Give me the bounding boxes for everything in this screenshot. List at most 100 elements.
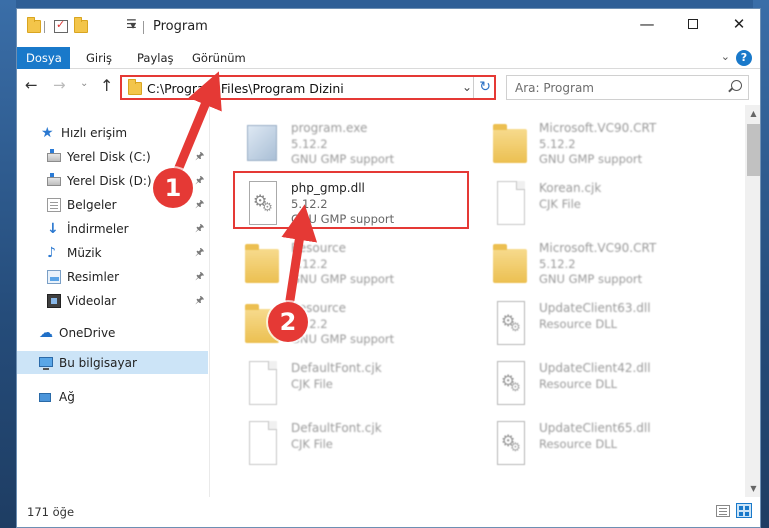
pictures-icon xyxy=(47,270,61,284)
file-description: GNU GMP support xyxy=(291,152,395,166)
desktop-background xyxy=(0,0,16,528)
tab-share[interactable]: Paylaş xyxy=(128,47,183,69)
file-version: Resource DLL xyxy=(539,317,618,331)
pin-icon[interactable]: 🖈 xyxy=(195,194,204,216)
explorer-window: ☰ ▾ Program — ✕ Dosya Giriş Paylaş Görün… xyxy=(16,8,761,528)
title-separator xyxy=(143,21,144,34)
file-name: Resource xyxy=(291,241,347,255)
pin-icon[interactable]: 🖈 xyxy=(195,290,204,312)
music-icon: ♪ xyxy=(47,245,56,261)
disk-icon xyxy=(47,173,61,186)
file-item[interactable]: UpdateClient63.dll Resource DLL xyxy=(489,295,729,351)
pin-icon[interactable]: 🖈 xyxy=(195,266,204,288)
file-version: CJK File xyxy=(291,437,333,451)
sidebar-item-label: Bu bilgisayar xyxy=(59,356,137,370)
address-path[interactable]: C:\Program Files\Program Dizini xyxy=(147,81,344,96)
file-item[interactable]: Microsoft.VC90.CRT 5.12.2 GNU GMP suppor… xyxy=(489,235,729,291)
file-version: 5.12.2 xyxy=(291,137,328,151)
refresh-button[interactable]: ↻ xyxy=(479,79,491,95)
tiles-view-icon[interactable] xyxy=(736,503,752,518)
scroll-thumb[interactable] xyxy=(747,124,760,176)
address-separator xyxy=(473,77,474,98)
file-item[interactable]: UpdateClient42.dll Resource DLL xyxy=(489,355,729,411)
pin-icon[interactable]: 🖈 xyxy=(195,170,204,192)
scroll-up-icon[interactable]: ▲ xyxy=(745,105,760,122)
sidebar-item-label: Belgeler xyxy=(67,198,117,212)
file-version: 5.12.2 xyxy=(291,257,328,271)
address-dropdown-icon[interactable]: ⌄ xyxy=(462,80,472,94)
file-version: 5.12.2 xyxy=(539,257,576,271)
highlight-box xyxy=(233,171,469,229)
scroll-down-icon[interactable]: ▼ xyxy=(745,480,760,497)
tab-home[interactable]: Giriş xyxy=(77,47,121,69)
file-version: CJK File xyxy=(539,197,581,211)
back-button[interactable]: ← xyxy=(25,76,38,94)
new-folder-icon[interactable] xyxy=(74,17,88,33)
file-description: GNU GMP support xyxy=(291,332,395,346)
address-bar[interactable]: C:\Program Files\Program Dizini ⌄ ↻ xyxy=(120,75,496,100)
file-name: UpdateClient65.dll xyxy=(539,421,651,435)
vertical-scrollbar[interactable]: ▲ ▼ xyxy=(745,105,760,497)
file-item[interactable]: DefaultFont.cjk CJK File xyxy=(241,355,481,411)
file-name: DefaultFont.cjk xyxy=(291,361,382,375)
file-item[interactable]: UpdateClient65.dll Resource DLL xyxy=(489,415,729,471)
file-version: 5.12.2 xyxy=(539,137,576,151)
sidebar-item-label: Resimler xyxy=(67,270,120,284)
window-title: Program xyxy=(153,19,208,34)
file-version: Resource DLL xyxy=(539,377,618,391)
sidebar-item-label: İndirmeler xyxy=(67,222,129,236)
tab-file[interactable]: Dosya xyxy=(17,47,70,69)
folder-icon xyxy=(27,17,41,33)
file-item[interactable]: Microsoft.VC90.CRT 5.12.2 GNU GMP suppor… xyxy=(489,115,729,171)
document-icon xyxy=(249,421,277,465)
document-icon xyxy=(249,361,277,405)
document-icon xyxy=(497,181,525,225)
item-count: 171 öğe xyxy=(27,505,75,519)
minimize-button[interactable]: — xyxy=(624,9,670,39)
file-name: Microsoft.VC90.CRT xyxy=(539,121,657,135)
folder-icon xyxy=(128,79,142,95)
ribbon-expand-icon[interactable]: ⌄ xyxy=(721,50,730,63)
up-button[interactable]: ↑ xyxy=(100,76,113,95)
file-name: program.exe xyxy=(291,121,368,135)
folder-icon xyxy=(245,244,279,283)
forward-button[interactable]: → xyxy=(53,76,66,94)
sidebar-item-label: Videolar xyxy=(67,294,117,308)
dll-icon xyxy=(497,421,525,465)
pin-icon[interactable]: 🖈 xyxy=(195,242,204,264)
file-item[interactable]: DefaultFont.cjk CJK File xyxy=(241,415,481,471)
sidebar-item-label: OneDrive xyxy=(59,326,116,340)
cloud-icon: ☁ xyxy=(39,325,53,341)
tab-view[interactable]: Görünüm xyxy=(183,47,255,69)
pin-icon[interactable]: 🖈 xyxy=(195,146,204,168)
search-box[interactable] xyxy=(506,75,749,100)
pin-icon[interactable]: 🖈 xyxy=(195,218,204,240)
details-view-icon[interactable] xyxy=(716,505,730,517)
navigation-bar: ← → ⌄ ↑ C:\Program Files\Program Dizini … xyxy=(17,70,760,104)
maximize-button[interactable] xyxy=(670,9,716,39)
network-icon xyxy=(39,393,51,402)
properties-icon[interactable] xyxy=(54,18,68,33)
step-2-badge: 2 xyxy=(268,302,308,342)
sidebar-item-label: Yerel Disk (C:) xyxy=(67,150,151,164)
help-icon[interactable]: ? xyxy=(736,50,752,66)
quick-access-dropdown-icon[interactable]: ▾ xyxy=(130,18,136,32)
close-button[interactable]: ✕ xyxy=(716,9,760,39)
recent-locations-button[interactable]: ⌄ xyxy=(80,78,88,89)
navigation-pane: ★ Hızlı erişim Yerel Disk (C:) 🖈 Yerel D… xyxy=(17,105,210,497)
file-item[interactable]: program.exe 5.12.2 GNU GMP support xyxy=(241,115,481,171)
file-description: GNU GMP support xyxy=(291,272,395,286)
file-name: UpdateClient42.dll xyxy=(539,361,651,375)
maximize-icon xyxy=(688,19,698,29)
file-name: UpdateClient63.dll xyxy=(539,301,651,315)
file-item[interactable]: Korean.cjk CJK File xyxy=(489,175,729,231)
title-bar: ☰ ▾ Program — ✕ xyxy=(17,9,760,43)
quick-access-separator xyxy=(44,21,45,33)
search-input[interactable] xyxy=(507,76,727,99)
file-item[interactable]: Resource 5.12.2 GNU GMP support xyxy=(241,235,481,291)
dll-icon xyxy=(497,361,525,405)
folder-icon xyxy=(493,244,527,283)
search-icon[interactable] xyxy=(731,80,742,91)
computer-icon xyxy=(39,357,53,370)
documents-icon xyxy=(47,198,61,212)
